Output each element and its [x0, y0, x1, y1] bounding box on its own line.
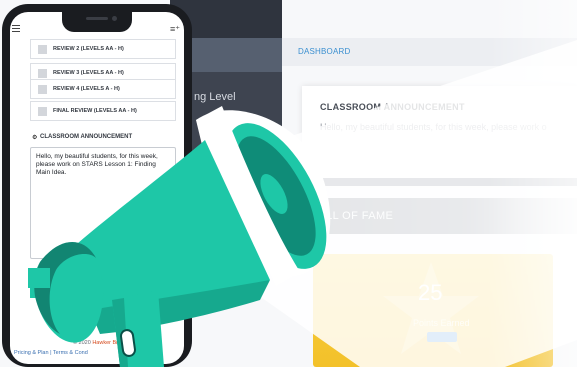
checkbox[interactable]	[38, 69, 47, 78]
gear-icon: ⚙	[32, 135, 38, 141]
phone-notch	[62, 12, 132, 32]
save-button[interactable]	[30, 272, 44, 298]
speaker-grille	[86, 17, 108, 20]
review-item[interactable]: REVIEW 4 (LEVELS A - H)	[30, 79, 176, 99]
checkbox[interactable]	[38, 85, 47, 94]
footer-copyright: © 2020 Hawker Bro	[10, 340, 184, 346]
announcement-textarea[interactable]: Hello, my beautiful students, for this w…	[30, 147, 176, 259]
review-item-label: REVIEW 4 (LEVELS A - H)	[53, 86, 120, 92]
hamburger-icon[interactable]	[12, 25, 20, 32]
copyright-text: © 2020	[72, 340, 93, 346]
checkbox[interactable]	[38, 107, 47, 116]
points-button[interactable]	[427, 332, 457, 342]
announcement-footer-bar	[302, 178, 577, 186]
checkbox[interactable]	[38, 45, 47, 54]
review-item[interactable]: FINAL REVIEW (LEVELS AA - H)	[30, 101, 176, 121]
announcement-title: CLASSROOM ANNOUNCEMENT	[320, 102, 465, 112]
sidebar-item-reading-level[interactable]: ng Level	[194, 91, 236, 103]
announcement-heading: CLASSROOM ANNOUNCEMENT	[40, 134, 133, 140]
breadcrumb[interactable]: DASHBOARD	[298, 47, 350, 56]
announcement-text: Hello, my beautiful students, for this w…	[320, 122, 547, 132]
hall-of-fame-title: HALL OF FAME	[310, 210, 394, 222]
hall-of-fame-header: HALL OF FAME	[298, 198, 577, 234]
phone-screen: ≡⁺ REVIEW 2 (LEVELS AA - H) REVIEW 3 (LE…	[10, 12, 184, 364]
footer-links[interactable]: Pricing & Plan | Terms & Cond	[14, 350, 88, 356]
points-card: 25 Points Earned	[313, 254, 553, 367]
front-camera	[112, 16, 117, 21]
review-item[interactable]: REVIEW 2 (LEVELS AA - H)	[30, 39, 176, 59]
review-item-label: REVIEW 2 (LEVELS AA - H)	[53, 46, 124, 52]
dashboard-topbar: DASHBOARD	[282, 38, 577, 66]
review-item-label: FINAL REVIEW (LEVELS AA - H)	[53, 108, 137, 114]
points-label: Points Earned	[413, 318, 470, 328]
points-value: 25	[418, 280, 443, 305]
sort-icon[interactable]: ≡⁺	[170, 24, 180, 35]
review-item-label: REVIEW 3 (LEVELS AA - H)	[53, 70, 124, 76]
phone-frame: ≡⁺ REVIEW 2 (LEVELS AA - H) REVIEW 3 (LE…	[2, 4, 192, 367]
announcement-card: CLASSROOM ANNOUNCEMENT Hello, my beautif…	[302, 86, 577, 182]
brand-link[interactable]: Hawker Bro	[92, 340, 121, 346]
announcement-textarea-value: Hello, my beautiful students, for this w…	[36, 153, 158, 176]
